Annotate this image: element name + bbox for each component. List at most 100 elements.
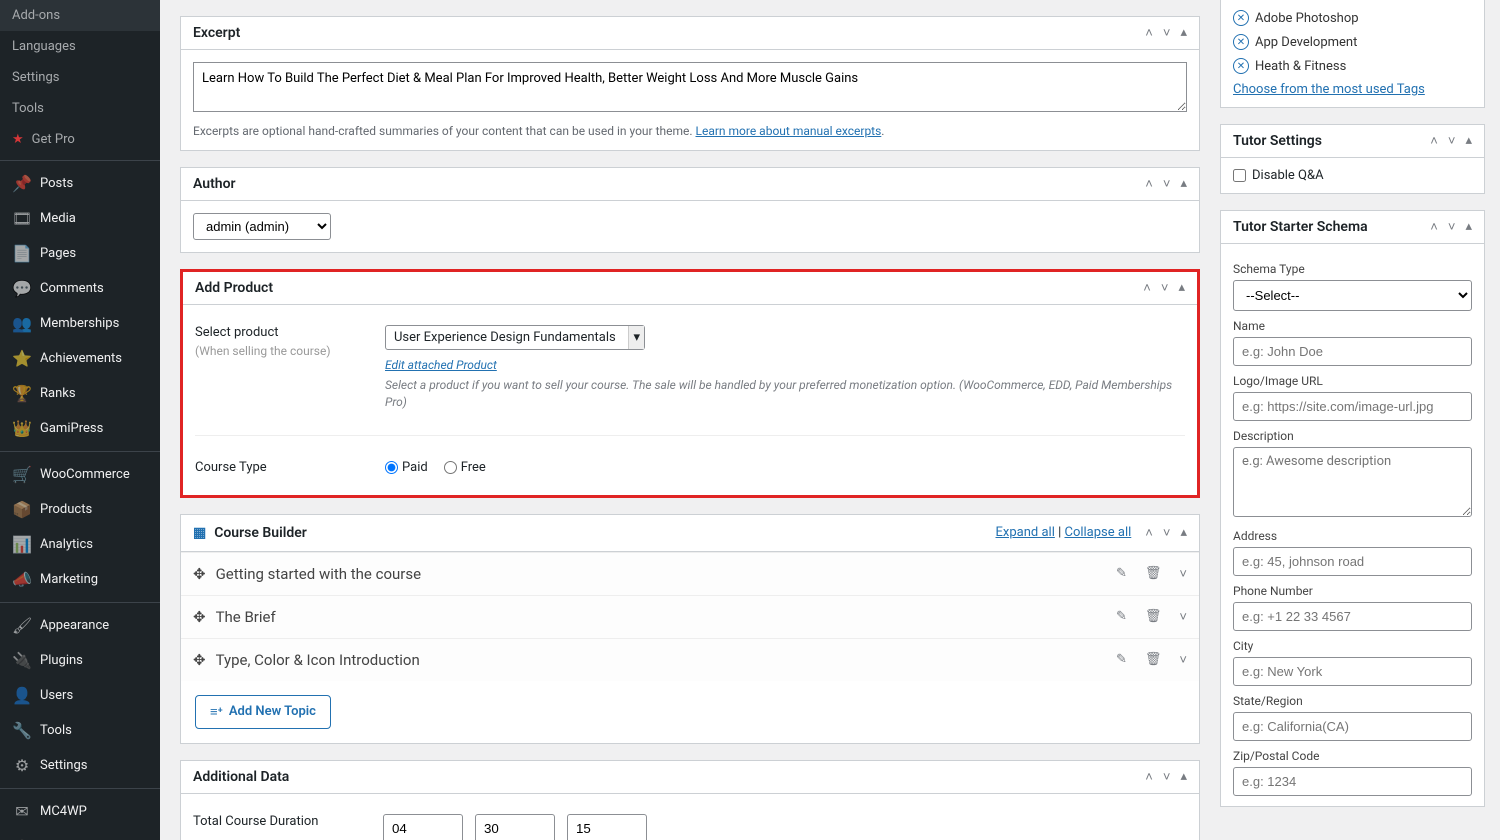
- course-type-free[interactable]: Free: [444, 460, 486, 475]
- collapse-all-link[interactable]: Collapse all: [1064, 525, 1131, 540]
- course-type-label: Course Type: [195, 460, 365, 475]
- author-box: Author ˄ ˅ ▴ admin (admin): [180, 167, 1200, 253]
- topic-title: Type, Color & Icon Introduction: [216, 651, 420, 669]
- trash-icon[interactable]: 🗑: [1145, 652, 1162, 667]
- box-down-icon[interactable]: ˅: [1448, 133, 1456, 149]
- sidebar-item[interactable]: ⭐Achievements: [0, 341, 160, 376]
- product-dropdown[interactable]: User Experience Design Fundamentals ▾: [385, 325, 645, 350]
- select-product-label: Select product: [195, 325, 279, 340]
- sidebar-item-get-pro[interactable]: ★ Get Pro: [0, 124, 160, 155]
- edit-icon[interactable]: ✎: [1116, 652, 1127, 667]
- box-up-icon[interactable]: ˄: [1143, 280, 1151, 296]
- excerpt-textarea[interactable]: Learn How To Build The Perfect Diet & Me…: [193, 62, 1187, 112]
- remove-tag-icon[interactable]: ✕: [1233, 34, 1249, 50]
- duration-hours-input[interactable]: [383, 814, 463, 840]
- menu-icon: ⚙: [12, 756, 32, 775]
- box-toggle-icon[interactable]: ▴: [1465, 219, 1472, 235]
- sidebar-item[interactable]: Languages: [0, 31, 160, 62]
- additional-data-title: Additional Data: [193, 769, 289, 785]
- sidebar-item[interactable]: 💬Comments: [0, 271, 160, 306]
- excerpt-learn-more-link[interactable]: Learn more about manual excerpts: [696, 124, 882, 138]
- remove-tag-icon[interactable]: ✕: [1233, 58, 1249, 74]
- course-builder-icon: ▦: [193, 525, 206, 541]
- drag-icon[interactable]: ✥: [193, 651, 206, 669]
- drag-icon[interactable]: ✥: [193, 565, 206, 583]
- sidebar-item[interactable]: 👥Memberships: [0, 306, 160, 341]
- box-down-icon[interactable]: ˅: [1448, 219, 1456, 235]
- box-up-icon[interactable]: ˄: [1430, 219, 1438, 235]
- box-toggle-icon[interactable]: ▴: [1180, 25, 1187, 41]
- schema-city-input[interactable]: [1233, 657, 1472, 686]
- schema-logo-input[interactable]: [1233, 392, 1472, 421]
- schema-address-input[interactable]: [1233, 547, 1472, 576]
- edit-attached-product-link[interactable]: Edit attached Product: [385, 358, 497, 372]
- topic-row[interactable]: ✥Getting started with the course✎🗑˅: [181, 552, 1199, 595]
- edit-icon[interactable]: ✎: [1116, 566, 1127, 581]
- sidebar-item[interactable]: 📣Marketing: [0, 562, 160, 597]
- box-down-icon[interactable]: ˅: [1163, 176, 1171, 192]
- expand-all-link[interactable]: Expand all: [996, 525, 1055, 540]
- topic-row[interactable]: ✥The Brief✎🗑˅: [181, 595, 1199, 638]
- tag-item: ✕Adobe Photoshop: [1233, 10, 1472, 26]
- drag-icon[interactable]: ✥: [193, 608, 206, 626]
- sidebar-item[interactable]: 🔌Plugins: [0, 643, 160, 678]
- schema-desc-input[interactable]: [1233, 447, 1472, 517]
- sidebar-item[interactable]: Settings: [0, 62, 160, 93]
- sidebar-item[interactable]: Add-ons: [0, 0, 160, 31]
- box-up-icon[interactable]: ˄: [1145, 176, 1153, 192]
- add-new-topic-button[interactable]: ≡⁺ Add New Topic: [195, 695, 331, 729]
- sidebar-item[interactable]: 🎞Media: [0, 201, 160, 236]
- admin-sidebar: Add-ons Languages Settings Tools ★ Get P…: [0, 0, 160, 840]
- edit-icon[interactable]: ✎: [1116, 609, 1127, 624]
- add-icon: ≡⁺: [210, 704, 223, 720]
- topic-row[interactable]: ✥ Type, Color & Icon Introduction ✎ 🗑 ˅: [181, 638, 1199, 681]
- disable-qa-checkbox[interactable]: Disable Q&A: [1233, 168, 1472, 183]
- schema-zip-input[interactable]: [1233, 767, 1472, 796]
- course-type-paid[interactable]: Paid: [385, 460, 428, 475]
- trash-icon[interactable]: 🗑: [1145, 566, 1162, 581]
- sidebar-item[interactable]: ⚙Settings: [0, 748, 160, 783]
- sidebar-item[interactable]: Tools: [0, 93, 160, 124]
- box-down-icon[interactable]: ˅: [1163, 525, 1171, 541]
- box-up-icon[interactable]: ˄: [1145, 25, 1153, 41]
- sidebar-item[interactable]: 📊Analytics: [0, 527, 160, 562]
- sidebar-item[interactable]: 🔧Tools: [0, 713, 160, 748]
- box-down-icon[interactable]: ˅: [1163, 25, 1171, 41]
- box-toggle-icon[interactable]: ▴: [1465, 133, 1472, 149]
- sidebar-item[interactable]: 🏆Ranks: [0, 376, 160, 411]
- box-toggle-icon[interactable]: ▴: [1180, 769, 1187, 785]
- duration-seconds-input[interactable]: [567, 814, 647, 840]
- sidebar-item[interactable]: 🎓Tutor Starter: [0, 829, 160, 840]
- box-toggle-icon[interactable]: ▴: [1180, 525, 1187, 541]
- box-down-icon[interactable]: ˅: [1161, 280, 1169, 296]
- box-toggle-icon[interactable]: ▴: [1178, 280, 1185, 296]
- box-up-icon[interactable]: ˄: [1145, 769, 1153, 785]
- expand-icon[interactable]: ˅: [1179, 652, 1187, 668]
- sidebar-item[interactable]: 📦Products: [0, 492, 160, 527]
- box-down-icon[interactable]: ˅: [1163, 769, 1171, 785]
- expand-icon[interactable]: ˅: [1179, 566, 1187, 582]
- schema-type-select[interactable]: --Select--: [1233, 280, 1472, 311]
- sidebar-item[interactable]: 👤Users: [0, 678, 160, 713]
- remove-tag-icon[interactable]: ✕: [1233, 10, 1249, 26]
- select-product-hint: (When selling the course): [195, 344, 365, 358]
- sidebar-item[interactable]: 👑GamiPress: [0, 411, 160, 446]
- expand-icon[interactable]: ˅: [1179, 609, 1187, 625]
- duration-minutes-input[interactable]: [475, 814, 555, 840]
- menu-icon: 🏆: [12, 384, 32, 403]
- sidebar-item[interactable]: 🛒WooCommerce: [0, 457, 160, 492]
- schema-name-input[interactable]: [1233, 337, 1472, 366]
- sidebar-item[interactable]: 📄Pages: [0, 236, 160, 271]
- schema-phone-input[interactable]: [1233, 602, 1472, 631]
- author-select[interactable]: admin (admin): [193, 213, 331, 240]
- choose-tags-link[interactable]: Choose from the most used Tags: [1233, 82, 1425, 97]
- menu-icon: 👥: [12, 314, 32, 333]
- box-up-icon[interactable]: ˄: [1430, 133, 1438, 149]
- box-toggle-icon[interactable]: ▴: [1180, 176, 1187, 192]
- sidebar-item[interactable]: 🖌Appearance: [0, 608, 160, 643]
- box-up-icon[interactable]: ˄: [1145, 525, 1153, 541]
- schema-state-input[interactable]: [1233, 712, 1472, 741]
- sidebar-item[interactable]: ✉MC4WP: [0, 794, 160, 829]
- sidebar-item[interactable]: 📌Posts: [0, 166, 160, 201]
- trash-icon[interactable]: 🗑: [1145, 609, 1162, 624]
